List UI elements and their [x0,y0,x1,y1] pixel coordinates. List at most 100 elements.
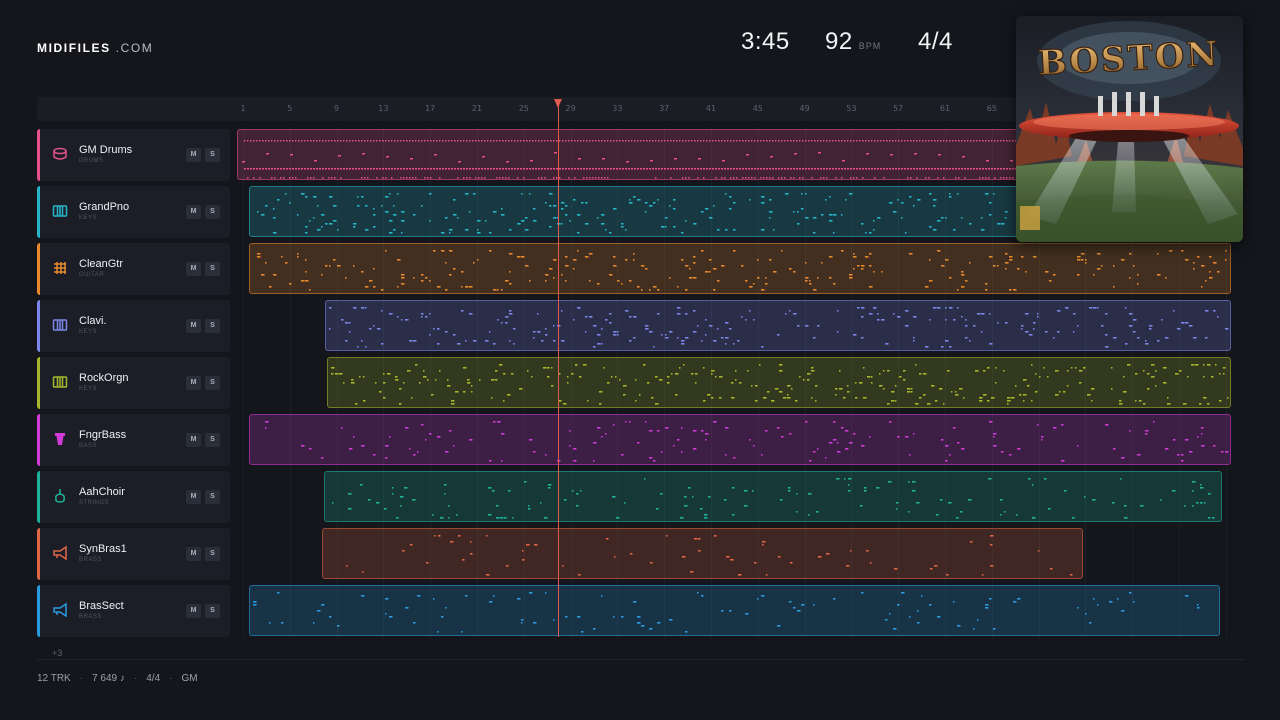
clip-note-pattern [331,364,1229,405]
midi-clip[interactable] [249,585,1220,636]
track-name: FngrBass [79,429,127,441]
track-header[interactable]: RockOrgn KEYS M S [37,357,230,409]
track-color-stripe [37,357,40,409]
midi-clip[interactable] [249,243,1231,294]
brand-logo: MIDIFILES .COM [37,41,153,55]
footer-track-count: 12 TRK [37,673,71,684]
track-color-stripe [37,585,40,637]
midi-clip[interactable] [325,300,1231,351]
mute-button[interactable]: M [186,547,201,561]
ruler-bar-number: 53 [846,104,857,113]
midi-clip[interactable] [249,414,1231,465]
solo-button[interactable]: S [205,262,220,276]
playhead-line[interactable] [558,99,559,637]
track-name: SynBras1 [79,543,127,555]
mute-button[interactable]: M [186,262,201,276]
track-category: BASS [79,443,98,449]
clip-note-pattern [257,250,1227,291]
footer-summary: 12 TRK · 7 649 ♪ · 4/4 · GM [37,673,198,684]
track-header[interactable]: GrandPno KEYS M S [37,186,230,238]
ruler-bar-number: 1 [240,104,246,113]
track-header[interactable]: AahChoir STRINGS M S [37,471,230,523]
trumpet-icon [52,545,68,561]
mute-button[interactable]: M [186,205,201,219]
ruler-bar-number: 29 [565,104,576,113]
track-category: DRUMS [79,158,104,164]
more-tracks-indicator[interactable]: +3 [52,648,62,658]
clip-note-pattern [346,535,1073,576]
solo-button[interactable]: S [205,547,220,561]
brand-name: MIDIFILES [37,41,111,55]
ruler-bar-number: 49 [799,104,810,113]
mute-button[interactable]: M [186,604,201,618]
track-color-stripe [37,300,40,352]
footer-note-count: 7 649 ♪ [92,673,125,684]
track-header[interactable]: FngrBass BASS M S [37,414,230,466]
time-signature-value: 4/4 [918,28,953,55]
midi-clip[interactable] [324,471,1222,522]
clip-note-pattern [265,421,1229,462]
track-color-stripe [37,186,40,238]
track-color-stripe [37,471,40,523]
track-category: BRASS [79,557,102,563]
footer-separator: · [169,673,173,684]
drum-icon [52,146,68,162]
track-color-stripe [37,243,40,295]
mute-button[interactable]: M [186,490,201,504]
ruler-bar-number: 21 [471,104,483,113]
ruler-bar-number: 13 [378,104,389,113]
track-header[interactable]: SynBras1 BRASS M S [37,528,230,580]
solo-button[interactable]: S [205,376,220,390]
solo-button[interactable]: S [205,433,220,447]
clip-note-pattern [253,592,1200,633]
track-header[interactable]: BrasSect BRASS M S [37,585,230,637]
ruler-bar-number: 61 [939,104,951,113]
solo-button[interactable]: S [205,490,220,504]
ruler-bar-number: 9 [334,104,340,113]
solo-button[interactable]: S [205,319,220,333]
mute-button[interactable]: M [186,148,201,162]
solo-button[interactable]: S [205,148,220,162]
midi-clip[interactable] [322,528,1083,579]
track-name: CleanGtr [79,258,124,270]
tempo-unit: BPM [858,41,882,51]
track-category: BRASS [79,614,102,620]
footer-separator: · [79,673,84,684]
track-category: KEYS [79,329,98,335]
solo-button[interactable]: S [205,604,220,618]
track-header[interactable]: CleanGtr GUITAR M S [37,243,230,295]
track-name: RockOrgn [79,372,129,384]
track-name: BrasSect [79,600,124,612]
track-category: GUITAR [79,272,105,278]
mute-button[interactable]: M [186,319,201,333]
footer-standard: GM [181,673,198,684]
trumpet-icon [52,602,68,618]
playhead-marker[interactable] [554,99,562,108]
violin-icon [52,488,68,504]
track-color-stripe [37,414,40,466]
bass-icon [52,431,68,447]
clip-note-pattern [329,307,1229,348]
mute-button[interactable]: M [186,376,201,390]
footer-time-signature: 4/4 [146,673,161,684]
midi-clip[interactable] [327,357,1231,408]
ruler-bar-number: 33 [612,104,623,113]
ruler-bar-number: 45 [752,104,763,113]
ruler-bar-number: 25 [518,104,529,113]
track-name: Clavi. [79,315,107,327]
ruler-bar-number: 41 [705,104,717,113]
track-header[interactable]: Clavi. KEYS M S [37,300,230,352]
track-name: GrandPno [79,201,130,213]
duration-display: 3:45 [741,28,790,58]
solo-button[interactable]: S [205,205,220,219]
time-signature-display: 4/4 [918,28,953,58]
track-header[interactable]: GM Drums DRUMS M S [37,129,230,181]
grid-line [243,127,244,637]
piano-icon [52,203,68,219]
footer-separator: · [133,673,138,684]
guitar-icon [52,260,68,276]
piano-icon [52,374,68,390]
track-name: AahChoir [79,486,125,498]
track-category: KEYS [79,215,98,221]
mute-button[interactable]: M [186,433,201,447]
